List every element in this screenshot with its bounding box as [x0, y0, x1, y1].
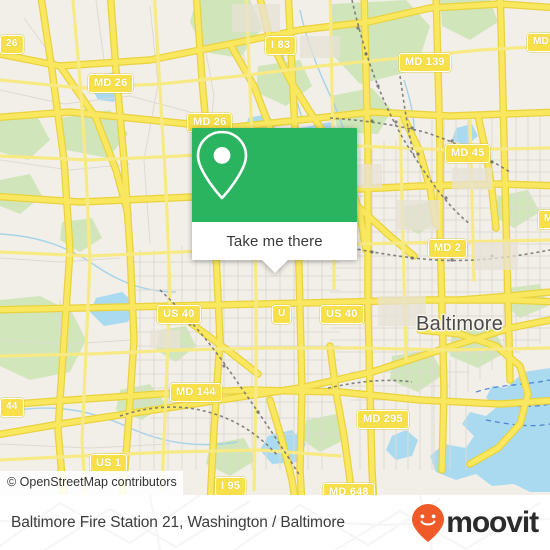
- road-shield-md-45: MD 45: [445, 144, 491, 163]
- callout-header: [192, 128, 357, 222]
- road-shield-md-26-west: 26: [0, 35, 24, 54]
- map-canvas[interactable]: 26MD 26MD 26I 83MD 139MDMD 45MDMD 2US 40…: [0, 0, 550, 495]
- place-title: Baltimore Fire Station 21, Washington / …: [11, 513, 345, 531]
- take-me-there-label: Take me there: [226, 232, 323, 250]
- callout-pointer-tail: [261, 260, 288, 273]
- road-shield-md-648: MD 648: [323, 483, 375, 495]
- moovit-brand[interactable]: moovit: [411, 503, 539, 543]
- callout-footer[interactable]: Take me there: [192, 222, 357, 273]
- road-shield-md-139: MD 139: [399, 53, 451, 72]
- road-shield-md-144-edge: 44: [0, 398, 24, 417]
- road-shield-md-edge-top: MD: [527, 33, 550, 52]
- moovit-map-screenshot: 26MD 26MD 26I 83MD 139MDMD 45MDMD 2US 40…: [0, 0, 550, 550]
- road-shield-i-95: I 95: [215, 477, 247, 495]
- map-callout-card[interactable]: Take me there: [192, 128, 357, 273]
- road-shield-md-295: MD 295: [357, 410, 409, 429]
- footer-bar: Baltimore Fire Station 21, Washington / …: [0, 495, 550, 550]
- road-shield-us-partial: U: [272, 305, 292, 324]
- map-attribution[interactable]: © OpenStreetMap contributors: [0, 471, 183, 495]
- city-label-baltimore: Baltimore: [416, 313, 504, 335]
- road-shield-us-40-east: US 40: [320, 305, 364, 324]
- road-shield-md-2: MD 2: [428, 239, 468, 258]
- moovit-smiley-pin-icon: [412, 503, 445, 542]
- road-shield-i-83: I 83: [265, 36, 297, 55]
- road-shield-md-edge-mid: MD: [538, 210, 550, 229]
- road-shield-md-144: MD 144: [170, 383, 222, 402]
- road-shield-md-26: MD 26: [88, 74, 134, 93]
- map-pin-icon: [196, 130, 248, 200]
- road-shield-us-40-west: US 40: [157, 305, 201, 324]
- moovit-wordmark: moovit: [446, 505, 539, 539]
